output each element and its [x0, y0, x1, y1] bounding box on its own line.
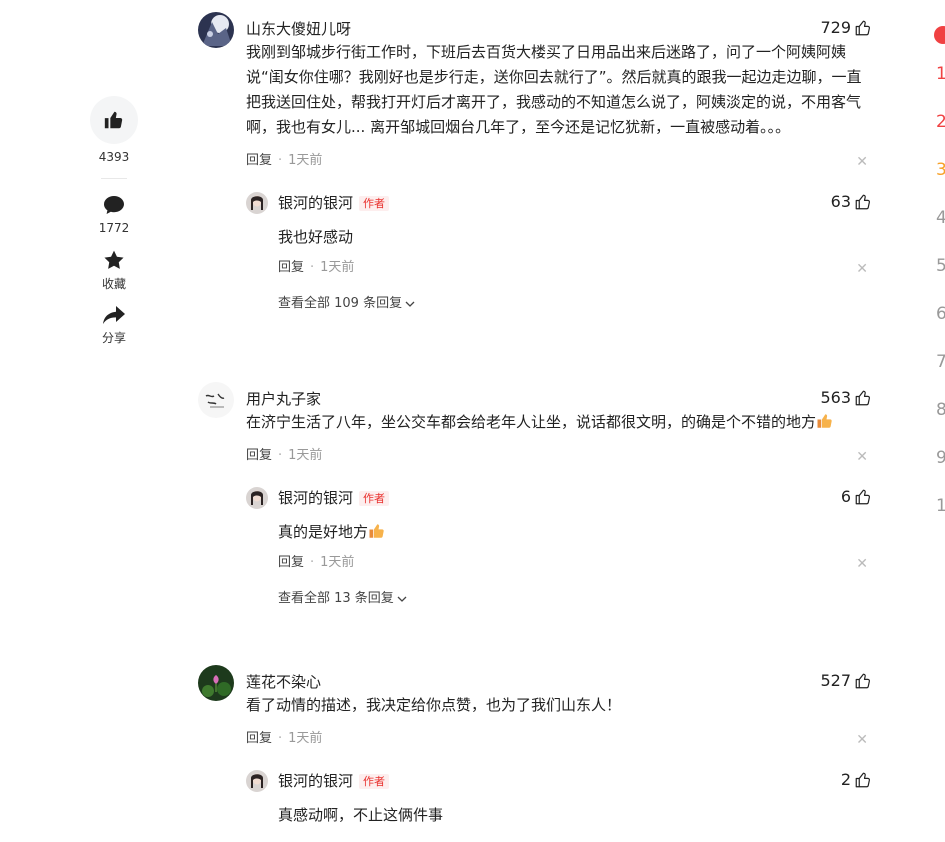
avatar[interactable]: [246, 770, 268, 792]
avatar[interactable]: [198, 382, 234, 418]
timestamp: 1天前: [288, 153, 323, 168]
collect-button[interactable]: 收藏: [90, 249, 138, 291]
reply-text: 真的是好地方: [278, 521, 872, 543]
action-rail: 4393 1772 收藏 分享: [90, 96, 138, 359]
author-badge: 作者: [359, 491, 390, 506]
thumbs-up-outline-icon: [855, 489, 870, 504]
comment-bubble-icon: [104, 196, 124, 214]
reply-text: 真感动啊，不止这俩件事: [278, 806, 444, 824]
thumbs-up-icon: [104, 111, 123, 129]
rank-number: 4: [936, 208, 945, 228]
thumbs-up-outline-icon: [855, 772, 870, 787]
rail-divider: [101, 178, 127, 179]
comment-item: 莲花不染心 527 看了动情的描述，我决定给你点赞，也为了我们山东人！ 回复 · 1…: [198, 665, 872, 826]
rank-number: 5: [936, 256, 945, 276]
reply-button[interactable]: 回复: [246, 448, 272, 463]
reply-like-button[interactable]: 2: [841, 770, 872, 789]
author-badge: 作者: [359, 774, 390, 789]
chevron-down-icon: [405, 301, 415, 307]
separator-dot: ·: [310, 555, 315, 570]
username[interactable]: 山东大傻妞儿呀: [246, 19, 351, 39]
reply-text: 我也好感动: [278, 228, 354, 246]
close-icon[interactable]: ✕: [856, 730, 868, 750]
reply-like-button[interactable]: 6: [841, 487, 872, 506]
avatar[interactable]: [246, 192, 268, 214]
comment-item: 用户丸子家 563 在济宁生活了八年，坐公交车都会给老年人让坐，说话都很文明，的…: [198, 382, 872, 609]
rank-number: 2: [936, 112, 945, 132]
comment-like-button[interactable]: 729: [820, 18, 872, 37]
thumbs-up-outline-icon: [855, 20, 870, 35]
avatar[interactable]: [198, 665, 234, 701]
separator-dot: ·: [278, 731, 283, 746]
share-arrow-icon: [103, 306, 125, 324]
avatar[interactable]: [246, 487, 268, 509]
like-count: 4393: [98, 150, 130, 164]
timestamp: 1天前: [288, 448, 323, 463]
like-count: 563: [820, 388, 851, 407]
author-badge: 作者: [359, 196, 390, 211]
like-count: 63: [830, 192, 851, 211]
rank-number: 7: [936, 352, 945, 372]
thumbs-up-outline-icon: [855, 194, 870, 209]
separator-dot: ·: [278, 153, 283, 168]
rank-number: 1: [936, 496, 945, 516]
view-all-replies-link[interactable]: 查看全部 13 条回复: [278, 589, 408, 609]
chevron-down-icon: [397, 596, 407, 602]
reply-button[interactable]: 回复: [246, 153, 272, 168]
reply-item: 银河的银河 作者 2 真感动啊，不止这俩件事: [246, 770, 872, 826]
reply-button[interactable]: 回复: [278, 555, 304, 570]
reply-username[interactable]: 银河的银河 作者: [278, 771, 390, 792]
comment-item: 山东大傻妞儿呀 729 我刚到邹城步行街工作时，下班后去百货大楼买了日用品出来后…: [198, 12, 872, 314]
close-icon[interactable]: ✕: [856, 259, 868, 279]
close-icon[interactable]: ✕: [856, 554, 868, 574]
share-label: 分享: [101, 331, 126, 345]
timestamp: 1天前: [288, 731, 323, 746]
rank-number: 9: [936, 448, 945, 468]
thumbs-up-emoji-icon: [369, 524, 384, 538]
rank-number: 3: [936, 160, 945, 180]
username[interactable]: 用户丸子家: [246, 389, 321, 409]
reply-button[interactable]: 回复: [278, 260, 304, 275]
star-icon: [104, 250, 124, 269]
username[interactable]: 莲花不染心: [246, 672, 321, 692]
view-all-replies-link[interactable]: 查看全部 109 条回复: [278, 294, 416, 314]
thumbs-up-outline-icon: [855, 390, 870, 405]
comment-text: 我刚到邹城步行街工作时，下班后去百货大楼买了日用品出来后迷路了，问了一个阿姨阿姨…: [246, 43, 862, 136]
like-count: 2: [840, 770, 851, 789]
thumbs-up-outline-icon: [855, 673, 870, 688]
comment-like-button[interactable]: 563: [820, 388, 872, 407]
comment-button[interactable]: 1772: [90, 195, 138, 235]
timestamp: 1天前: [320, 260, 355, 275]
share-button[interactable]: 分享: [90, 305, 138, 345]
reply-item: 银河的银河 作者 6 真的是好地方 回复 · 1天前 ✕ 查看全部 13 条回复: [246, 487, 872, 609]
like-count: 6: [840, 487, 851, 506]
avatar[interactable]: [198, 12, 234, 48]
like-button[interactable]: [90, 96, 138, 144]
timestamp: 1天前: [320, 555, 355, 570]
rank-number: 8: [936, 400, 945, 420]
close-icon[interactable]: ✕: [856, 447, 868, 467]
rank-number: 1: [936, 64, 945, 84]
like-count: 527: [820, 671, 851, 690]
reply-username[interactable]: 银河的银河 作者: [278, 193, 390, 214]
reply-button[interactable]: 回复: [246, 731, 272, 746]
like-count: 729: [820, 18, 851, 37]
comment-count: 1772: [98, 221, 130, 235]
rank-hot-icon: [934, 26, 945, 44]
rank-number: 6: [936, 304, 945, 324]
collect-label: 收藏: [101, 277, 126, 291]
comment-like-button[interactable]: 527: [820, 671, 872, 690]
reply-username[interactable]: 银河的银河 作者: [278, 488, 390, 509]
separator-dot: ·: [278, 448, 283, 463]
close-icon[interactable]: ✕: [856, 152, 868, 172]
reply-item: 银河的银河 作者 63 我也好感动 回复 · 1天前 ✕ 查看全部 109 条回复: [246, 192, 872, 314]
separator-dot: ·: [310, 260, 315, 275]
reply-like-button[interactable]: 63: [831, 192, 872, 211]
